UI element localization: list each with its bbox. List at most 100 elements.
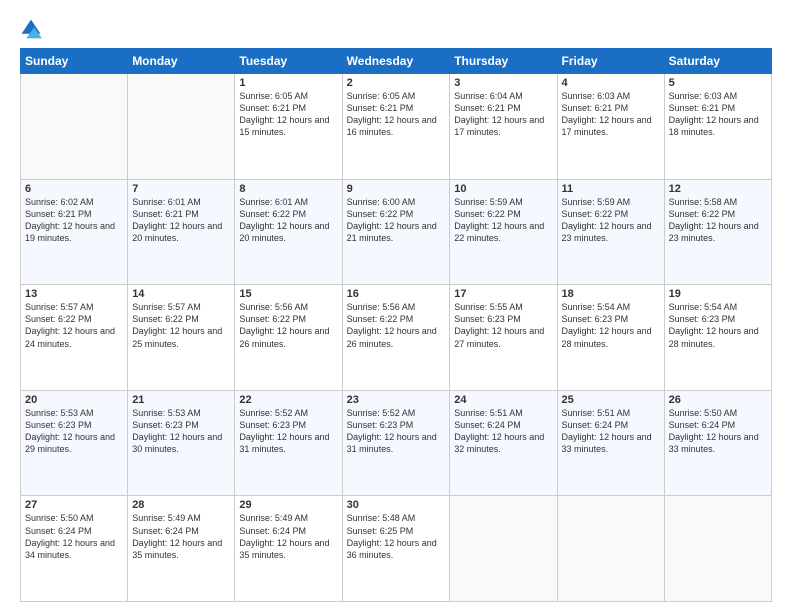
day-number: 4 [562,77,660,89]
weekday-header-tuesday: Tuesday [235,49,342,74]
weekday-header-friday: Friday [557,49,664,74]
day-info: Sunrise: 5:49 AMSunset: 6:24 PMDaylight:… [132,512,230,561]
day-number: 21 [132,394,230,406]
day-number: 18 [562,288,660,300]
day-number: 29 [239,499,337,511]
calendar-cell [128,74,235,180]
day-number: 5 [669,77,767,89]
calendar-cell: 8Sunrise: 6:01 AMSunset: 6:22 PMDaylight… [235,179,342,285]
day-info: Sunrise: 5:58 AMSunset: 6:22 PMDaylight:… [669,196,767,245]
day-number: 23 [347,394,446,406]
day-number: 8 [239,183,337,195]
day-info: Sunrise: 6:04 AMSunset: 6:21 PMDaylight:… [454,90,552,139]
week-row-2: 6Sunrise: 6:02 AMSunset: 6:21 PMDaylight… [21,179,772,285]
week-row-3: 13Sunrise: 5:57 AMSunset: 6:22 PMDayligh… [21,285,772,391]
calendar-cell: 2Sunrise: 6:05 AMSunset: 6:21 PMDaylight… [342,74,450,180]
day-number: 1 [239,77,337,89]
calendar-cell: 28Sunrise: 5:49 AMSunset: 6:24 PMDayligh… [128,496,235,602]
calendar-cell: 14Sunrise: 5:57 AMSunset: 6:22 PMDayligh… [128,285,235,391]
calendar-cell: 23Sunrise: 5:52 AMSunset: 6:23 PMDayligh… [342,390,450,496]
week-row-1: 1Sunrise: 6:05 AMSunset: 6:21 PMDaylight… [21,74,772,180]
day-number: 14 [132,288,230,300]
day-info: Sunrise: 5:59 AMSunset: 6:22 PMDaylight:… [562,196,660,245]
calendar-cell: 13Sunrise: 5:57 AMSunset: 6:22 PMDayligh… [21,285,128,391]
day-info: Sunrise: 5:53 AMSunset: 6:23 PMDaylight:… [132,407,230,456]
day-number: 17 [454,288,552,300]
calendar-cell: 1Sunrise: 6:05 AMSunset: 6:21 PMDaylight… [235,74,342,180]
day-info: Sunrise: 6:01 AMSunset: 6:22 PMDaylight:… [239,196,337,245]
day-info: Sunrise: 6:02 AMSunset: 6:21 PMDaylight:… [25,196,123,245]
calendar-cell: 3Sunrise: 6:04 AMSunset: 6:21 PMDaylight… [450,74,557,180]
day-info: Sunrise: 6:05 AMSunset: 6:21 PMDaylight:… [347,90,446,139]
day-number: 19 [669,288,767,300]
calendar-cell: 11Sunrise: 5:59 AMSunset: 6:22 PMDayligh… [557,179,664,285]
day-info: Sunrise: 5:49 AMSunset: 6:24 PMDaylight:… [239,512,337,561]
calendar-cell: 4Sunrise: 6:03 AMSunset: 6:21 PMDaylight… [557,74,664,180]
day-info: Sunrise: 6:05 AMSunset: 6:21 PMDaylight:… [239,90,337,139]
day-info: Sunrise: 5:50 AMSunset: 6:24 PMDaylight:… [669,407,767,456]
day-info: Sunrise: 5:56 AMSunset: 6:22 PMDaylight:… [239,301,337,350]
day-number: 20 [25,394,123,406]
day-number: 15 [239,288,337,300]
day-info: Sunrise: 6:01 AMSunset: 6:21 PMDaylight:… [132,196,230,245]
calendar-cell [21,74,128,180]
day-number: 6 [25,183,123,195]
day-info: Sunrise: 5:50 AMSunset: 6:24 PMDaylight:… [25,512,123,561]
calendar-cell: 26Sunrise: 5:50 AMSunset: 6:24 PMDayligh… [664,390,771,496]
day-info: Sunrise: 5:57 AMSunset: 6:22 PMDaylight:… [132,301,230,350]
calendar-cell: 5Sunrise: 6:03 AMSunset: 6:21 PMDaylight… [664,74,771,180]
weekday-header-row: SundayMondayTuesdayWednesdayThursdayFrid… [21,49,772,74]
day-info: Sunrise: 5:48 AMSunset: 6:25 PMDaylight:… [347,512,446,561]
calendar-cell: 6Sunrise: 6:02 AMSunset: 6:21 PMDaylight… [21,179,128,285]
weekday-header-sunday: Sunday [21,49,128,74]
day-number: 16 [347,288,446,300]
day-number: 26 [669,394,767,406]
day-number: 3 [454,77,552,89]
day-info: Sunrise: 5:57 AMSunset: 6:22 PMDaylight:… [25,301,123,350]
day-number: 10 [454,183,552,195]
day-info: Sunrise: 6:03 AMSunset: 6:21 PMDaylight:… [562,90,660,139]
calendar-cell: 29Sunrise: 5:49 AMSunset: 6:24 PMDayligh… [235,496,342,602]
weekday-header-monday: Monday [128,49,235,74]
logo-icon [20,18,42,40]
calendar-cell: 9Sunrise: 6:00 AMSunset: 6:22 PMDaylight… [342,179,450,285]
calendar-cell: 27Sunrise: 5:50 AMSunset: 6:24 PMDayligh… [21,496,128,602]
weekday-header-saturday: Saturday [664,49,771,74]
calendar-cell: 15Sunrise: 5:56 AMSunset: 6:22 PMDayligh… [235,285,342,391]
calendar-cell [450,496,557,602]
day-info: Sunrise: 5:52 AMSunset: 6:23 PMDaylight:… [239,407,337,456]
day-number: 27 [25,499,123,511]
day-number: 24 [454,394,552,406]
calendar-cell: 19Sunrise: 5:54 AMSunset: 6:23 PMDayligh… [664,285,771,391]
day-info: Sunrise: 5:56 AMSunset: 6:22 PMDaylight:… [347,301,446,350]
week-row-4: 20Sunrise: 5:53 AMSunset: 6:23 PMDayligh… [21,390,772,496]
calendar-cell: 7Sunrise: 6:01 AMSunset: 6:21 PMDaylight… [128,179,235,285]
day-number: 25 [562,394,660,406]
calendar-cell: 25Sunrise: 5:51 AMSunset: 6:24 PMDayligh… [557,390,664,496]
calendar-cell: 24Sunrise: 5:51 AMSunset: 6:24 PMDayligh… [450,390,557,496]
week-row-5: 27Sunrise: 5:50 AMSunset: 6:24 PMDayligh… [21,496,772,602]
day-info: Sunrise: 6:00 AMSunset: 6:22 PMDaylight:… [347,196,446,245]
day-info: Sunrise: 5:51 AMSunset: 6:24 PMDaylight:… [454,407,552,456]
day-info: Sunrise: 5:59 AMSunset: 6:22 PMDaylight:… [454,196,552,245]
calendar-cell [664,496,771,602]
day-number: 2 [347,77,446,89]
calendar-cell: 12Sunrise: 5:58 AMSunset: 6:22 PMDayligh… [664,179,771,285]
day-number: 22 [239,394,337,406]
header [20,18,772,40]
weekday-header-thursday: Thursday [450,49,557,74]
page: SundayMondayTuesdayWednesdayThursdayFrid… [0,0,792,612]
calendar-cell: 16Sunrise: 5:56 AMSunset: 6:22 PMDayligh… [342,285,450,391]
day-info: Sunrise: 5:54 AMSunset: 6:23 PMDaylight:… [562,301,660,350]
day-number: 7 [132,183,230,195]
day-info: Sunrise: 5:54 AMSunset: 6:23 PMDaylight:… [669,301,767,350]
day-number: 9 [347,183,446,195]
day-info: Sunrise: 5:52 AMSunset: 6:23 PMDaylight:… [347,407,446,456]
calendar-cell: 21Sunrise: 5:53 AMSunset: 6:23 PMDayligh… [128,390,235,496]
day-number: 12 [669,183,767,195]
day-info: Sunrise: 6:03 AMSunset: 6:21 PMDaylight:… [669,90,767,139]
day-number: 11 [562,183,660,195]
calendar-cell: 18Sunrise: 5:54 AMSunset: 6:23 PMDayligh… [557,285,664,391]
calendar-cell: 20Sunrise: 5:53 AMSunset: 6:23 PMDayligh… [21,390,128,496]
day-info: Sunrise: 5:53 AMSunset: 6:23 PMDaylight:… [25,407,123,456]
